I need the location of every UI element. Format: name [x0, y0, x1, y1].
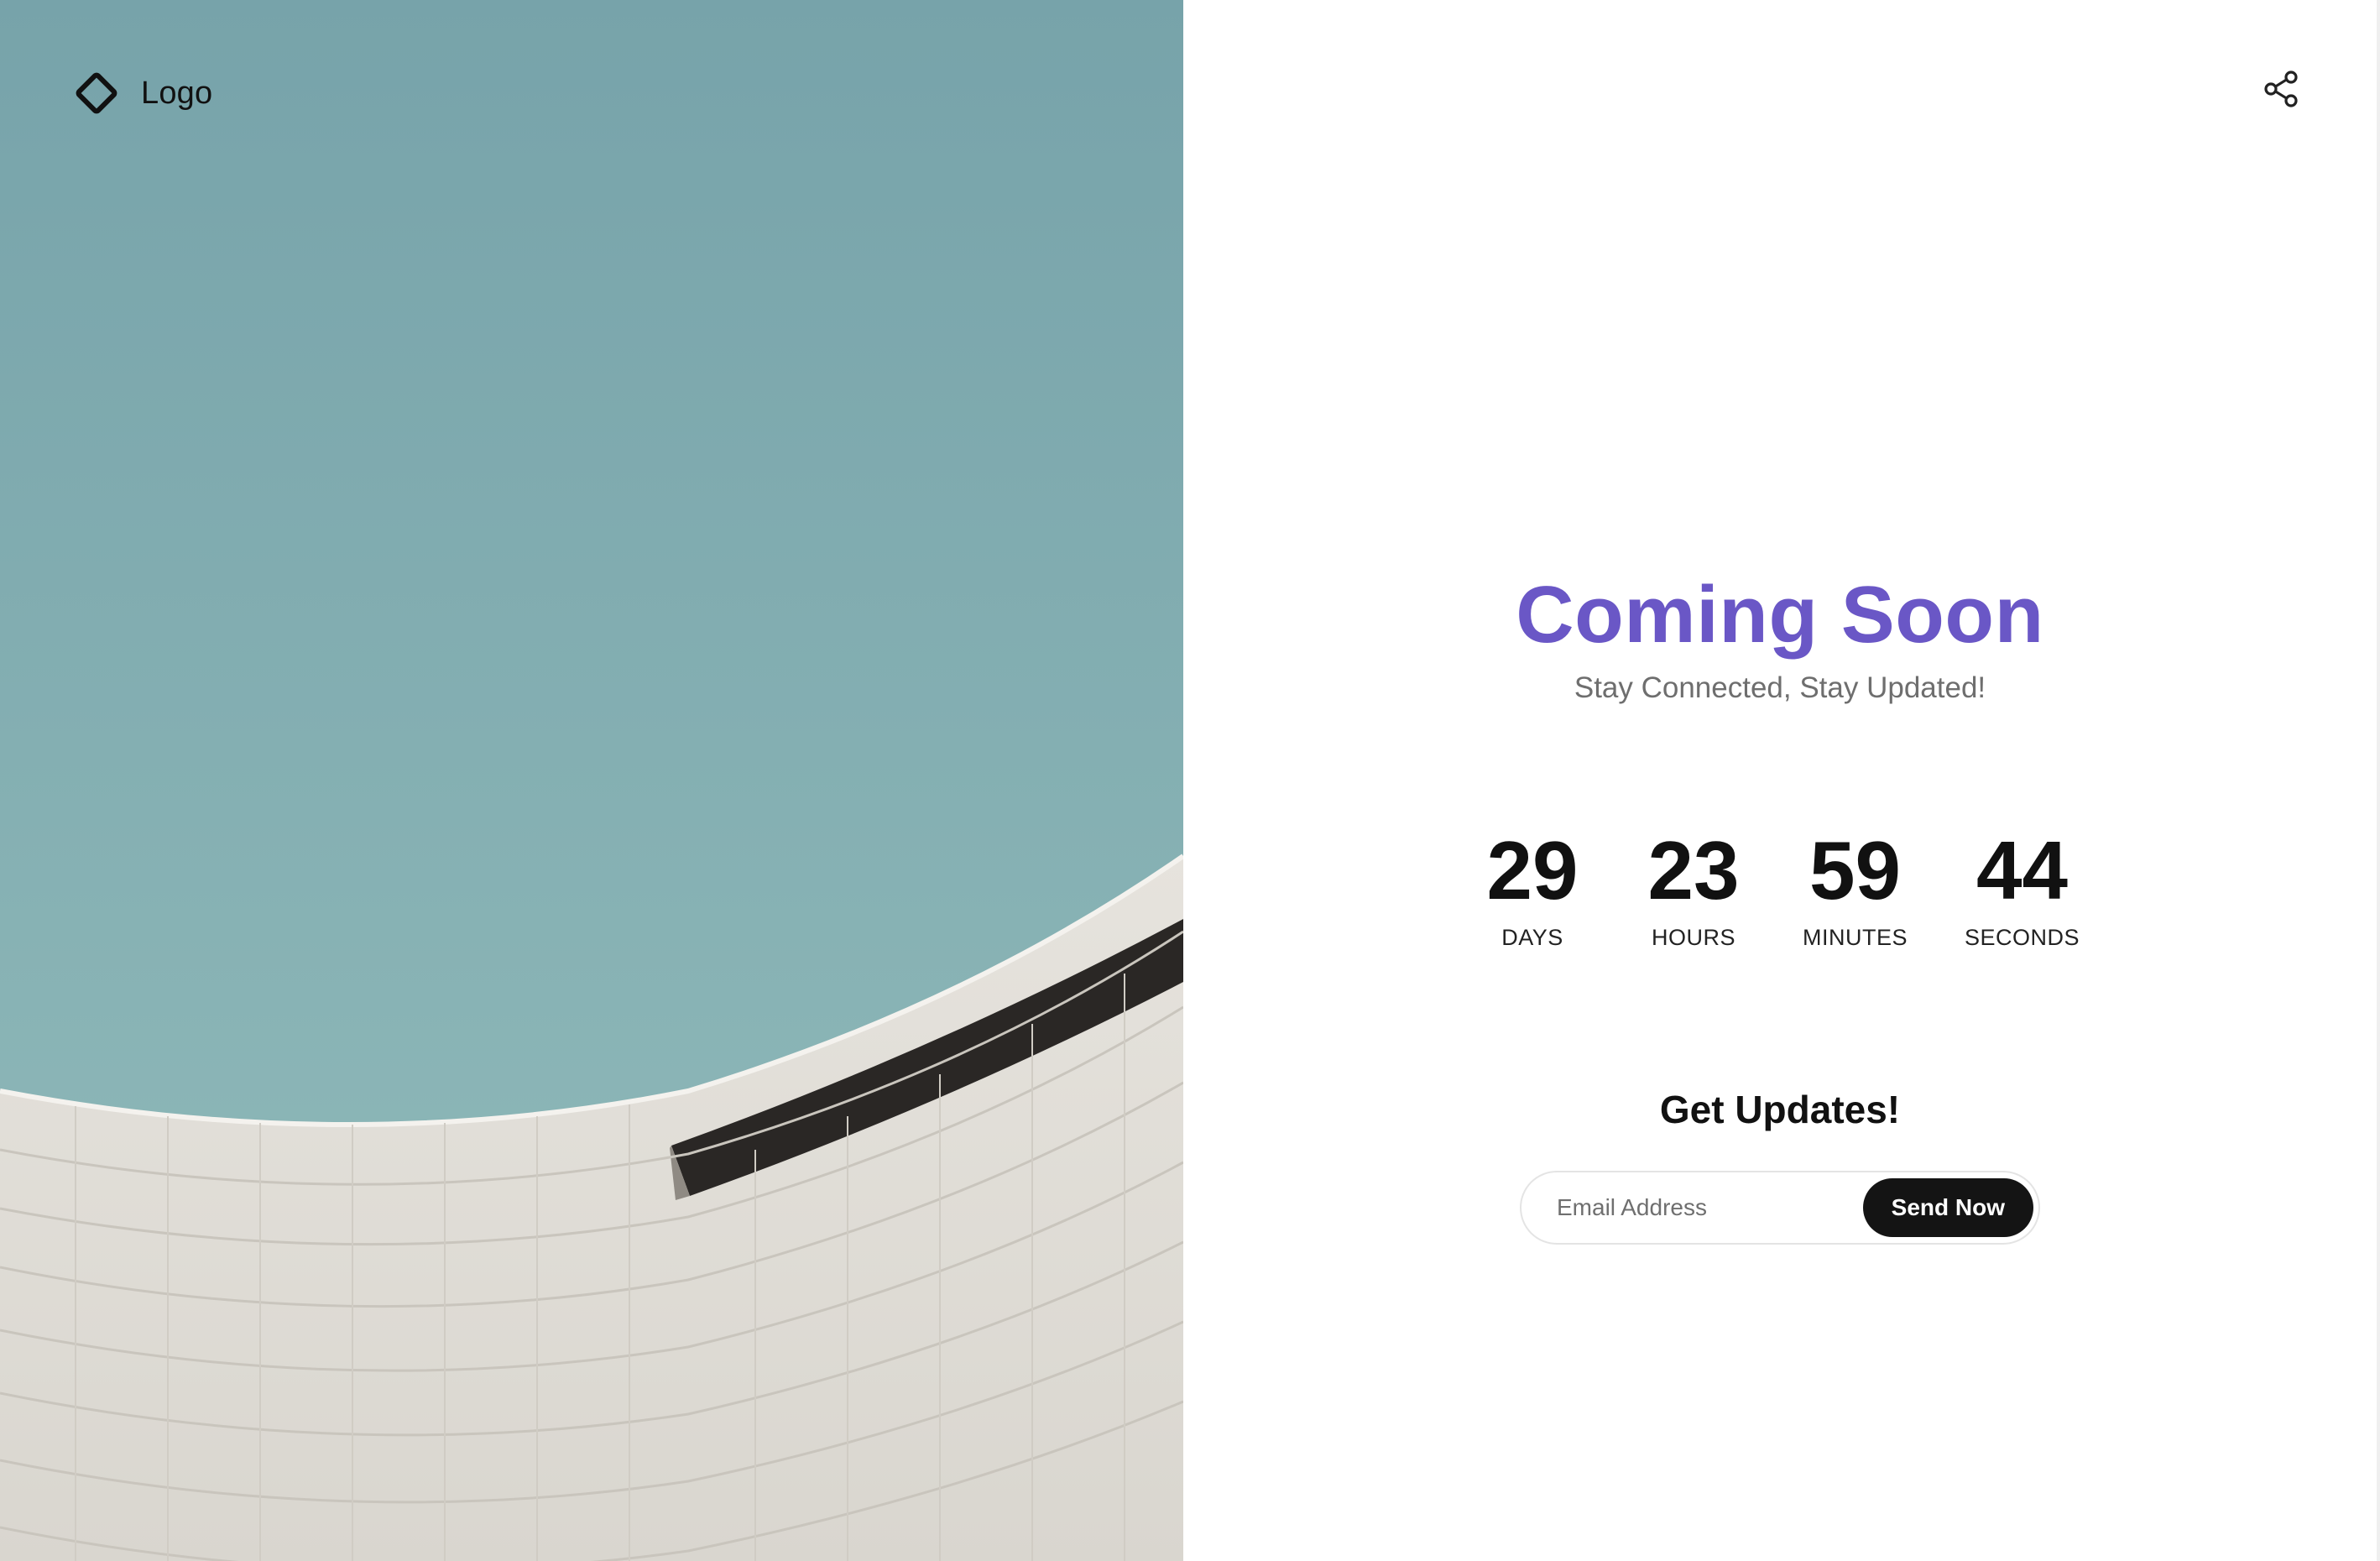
share-button[interactable] — [2257, 65, 2304, 112]
countdown-seconds: 44 SECONDS — [1965, 829, 2080, 951]
hero-photo-panel: Logo — [0, 0, 1183, 1561]
send-now-button[interactable]: Send Now — [1862, 1177, 2033, 1237]
content-panel: Coming Soon Stay Connected, Stay Updated… — [1183, 0, 2380, 1561]
countdown-seconds-value: 44 — [1976, 823, 2068, 916]
brand-logo[interactable]: Logo — [70, 67, 212, 119]
email-input[interactable] — [1555, 1193, 1863, 1222]
countdown-days: 29 DAYS — [1480, 829, 1584, 951]
page-subtitle: Stay Connected, Stay Updated! — [1574, 671, 1986, 704]
countdown-days-value: 29 — [1486, 823, 1579, 916]
countdown-minutes-label: MINUTES — [1802, 924, 1908, 950]
coming-soon-content: Coming Soon Stay Connected, Stay Updated… — [1183, 571, 2377, 1245]
scrollbar-track — [2377, 0, 2380, 1561]
diamond-outline-icon — [76, 72, 117, 114]
updates-heading: Get Updates! — [1659, 1087, 1901, 1131]
countdown-seconds-label: SECONDS — [1964, 924, 2080, 950]
countdown-hours-label: HOURS — [1651, 924, 1735, 950]
share-icon — [2264, 70, 2298, 107]
countdown-hours: 23 HOURS — [1641, 829, 1746, 951]
coming-soon-page: Logo Coming Soon Stay Connected, Stay Up… — [0, 0, 2380, 1561]
subscribe-form: Send Now — [1520, 1170, 2040, 1245]
countdown-hours-value: 23 — [1647, 823, 1740, 916]
countdown-minutes: 59 MINUTES — [1803, 829, 1908, 951]
brand-label: Logo — [141, 75, 213, 111]
page-title: Coming Soon — [1516, 570, 2044, 660]
countdown-days-label: DAYS — [1501, 924, 1563, 950]
countdown-timer: 29 DAYS 23 HOURS 59 MINUTES 44 SECONDS — [1480, 829, 2080, 951]
architecture-photo — [0, 0, 1183, 1561]
countdown-minutes-value: 59 — [1808, 823, 1901, 916]
